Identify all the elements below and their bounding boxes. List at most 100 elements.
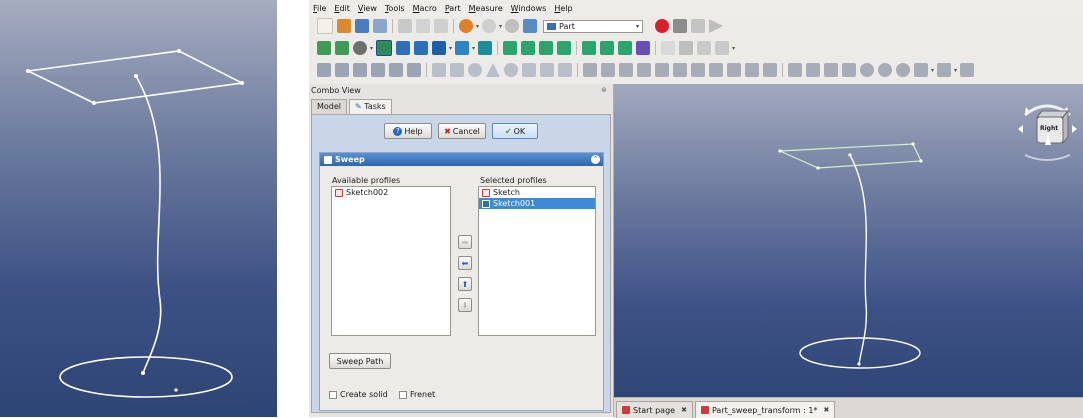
part-box-view-icon[interactable]	[317, 63, 331, 77]
part-split-dropdown-icon[interactable]: ▾	[954, 67, 957, 74]
view-left-icon[interactable]	[600, 41, 615, 55]
help-button[interactable]: ? Help	[384, 123, 432, 139]
part-split-icon[interactable]	[937, 63, 952, 77]
tab-start-page[interactable]: Start page ✖	[616, 401, 693, 418]
part-common-icon[interactable]	[896, 63, 910, 77]
workbench-selector[interactable]: Part ▾	[543, 19, 644, 33]
part-ruled-surface-icon[interactable]	[691, 63, 705, 77]
part-join-dropdown-icon[interactable]: ▾	[931, 67, 934, 74]
create-solid-checkbox[interactable]: Create solid	[329, 390, 388, 399]
tab-part-sweep-transform[interactable]: Part_sweep_transform : 1* ✖	[694, 401, 836, 418]
view-front-icon[interactable]	[503, 41, 518, 55]
navigation-cube[interactable]: Right	[1015, 97, 1080, 165]
refresh-icon[interactable]	[505, 19, 520, 33]
cancel-button[interactable]: ✖ Cancel	[438, 123, 486, 139]
view-rear-icon[interactable]	[557, 41, 572, 55]
tab-tasks[interactable]: ✎ Tasks	[349, 99, 392, 114]
menu-macro[interactable]: Macro	[409, 4, 441, 13]
group-icon[interactable]	[679, 41, 694, 55]
view-axonometric-icon[interactable]	[618, 41, 633, 55]
part-sphere-icon[interactable]	[468, 63, 482, 77]
zoom-dropdown-icon[interactable]: ▾	[472, 45, 475, 52]
part-view-3-icon[interactable]	[353, 63, 367, 77]
list-item-selected[interactable]: Sketch001	[479, 198, 595, 209]
move-up-button[interactable]: ⬆	[458, 277, 472, 291]
paste-icon[interactable]	[434, 19, 448, 33]
macro-run-icon[interactable]	[709, 19, 724, 33]
menu-measure[interactable]: Measure	[465, 4, 507, 13]
part-torus-icon[interactable]	[504, 63, 518, 77]
close-icon[interactable]: ✖	[823, 406, 829, 414]
add-profile-button[interactable]: ➡	[458, 235, 472, 249]
part-cube-icon[interactable]	[432, 63, 446, 77]
part-view-6-icon[interactable]	[407, 63, 421, 77]
macro-edit-icon[interactable]	[691, 19, 706, 33]
navigation-icon[interactable]	[432, 41, 447, 55]
part-section-icon[interactable]	[745, 63, 759, 77]
part-loft-icon[interactable]	[709, 63, 723, 77]
link-icon[interactable]	[697, 41, 712, 55]
part-primitives-icon[interactable]	[540, 63, 554, 77]
print-icon[interactable]	[373, 19, 387, 33]
frenet-checkbox[interactable]: Frenet	[399, 390, 435, 399]
part-thickness-icon[interactable]	[806, 63, 820, 77]
view-isometric-icon[interactable]	[478, 41, 493, 55]
link-dropdown-icon[interactable]: ▾	[732, 45, 735, 52]
undo-icon[interactable]	[459, 19, 473, 33]
view-bottom-icon[interactable]	[582, 41, 597, 55]
selected-profiles-list[interactable]: Sketch Sketch001	[478, 186, 596, 336]
close-icon[interactable]: ⊗	[601, 86, 607, 94]
forward-arrow-icon[interactable]	[414, 41, 429, 55]
part-cut-icon[interactable]	[860, 63, 874, 77]
part-compound-icon[interactable]	[960, 63, 975, 77]
3d-viewport[interactable]: Right	[614, 84, 1083, 397]
part-view-4-icon[interactable]	[371, 63, 385, 77]
draw-style-dropdown-icon[interactable]: ▾	[370, 45, 373, 52]
menu-file[interactable]: File	[309, 4, 330, 13]
zoom-box-icon[interactable]	[455, 41, 470, 55]
new-document-icon[interactable]	[317, 18, 333, 34]
tab-model[interactable]: Model	[311, 99, 348, 114]
part-fillet-icon[interactable]	[637, 63, 651, 77]
macro-record-icon[interactable]	[655, 19, 670, 33]
part-chamfer-icon[interactable]	[655, 63, 669, 77]
checkbox-box[interactable]	[329, 390, 337, 399]
remove-profile-button[interactable]: ⬅	[458, 256, 472, 270]
menu-view[interactable]: View	[354, 4, 381, 13]
measure-distance-icon[interactable]	[636, 41, 651, 55]
ok-button[interactable]: ✔ OK	[492, 123, 538, 139]
sweep-path-button[interactable]: Sweep Path	[329, 353, 391, 369]
part-shape-builder-icon[interactable]	[558, 63, 572, 77]
part-view-2-icon[interactable]	[335, 63, 349, 77]
fit-all-icon[interactable]	[317, 41, 331, 55]
selection-filter-icon[interactable]	[376, 40, 393, 56]
part-sweep-icon[interactable]	[727, 63, 741, 77]
part-projection-icon[interactable]	[824, 63, 838, 77]
cut-icon[interactable]	[398, 19, 412, 33]
part-make-face-icon[interactable]	[673, 63, 687, 77]
list-item[interactable]: Sketch	[479, 187, 595, 198]
menu-help[interactable]: Help	[550, 4, 576, 13]
view-top-icon[interactable]	[521, 41, 536, 55]
back-arrow-icon[interactable]	[396, 41, 411, 55]
redo-dropdown-icon[interactable]: ▾	[499, 23, 502, 30]
link-actions-icon[interactable]	[715, 41, 730, 55]
menu-windows[interactable]: Windows	[507, 4, 551, 13]
navigation-dropdown-icon[interactable]: ▾	[449, 45, 452, 52]
part-mirror-icon[interactable]	[619, 63, 633, 77]
part-cone-icon[interactable]	[486, 63, 500, 77]
part-fuse-icon[interactable]	[878, 63, 892, 77]
whats-this-icon[interactable]	[523, 19, 538, 33]
move-down-button[interactable]: ⬇	[458, 298, 472, 312]
sweep-panel-header[interactable]: Sweep	[320, 153, 603, 166]
redo-icon[interactable]	[482, 19, 497, 33]
part-cross-sections-icon[interactable]	[763, 63, 777, 77]
part-join-icon[interactable]	[914, 63, 928, 77]
part-revolve-icon[interactable]	[601, 63, 615, 77]
undo-dropdown-icon[interactable]: ▾	[476, 23, 479, 30]
menu-edit[interactable]: Edit	[330, 4, 354, 13]
part-tube-icon[interactable]	[522, 63, 536, 77]
view-right-icon[interactable]	[539, 41, 554, 55]
part-view-5-icon[interactable]	[389, 63, 403, 77]
available-profiles-list[interactable]: Sketch002	[331, 186, 451, 336]
